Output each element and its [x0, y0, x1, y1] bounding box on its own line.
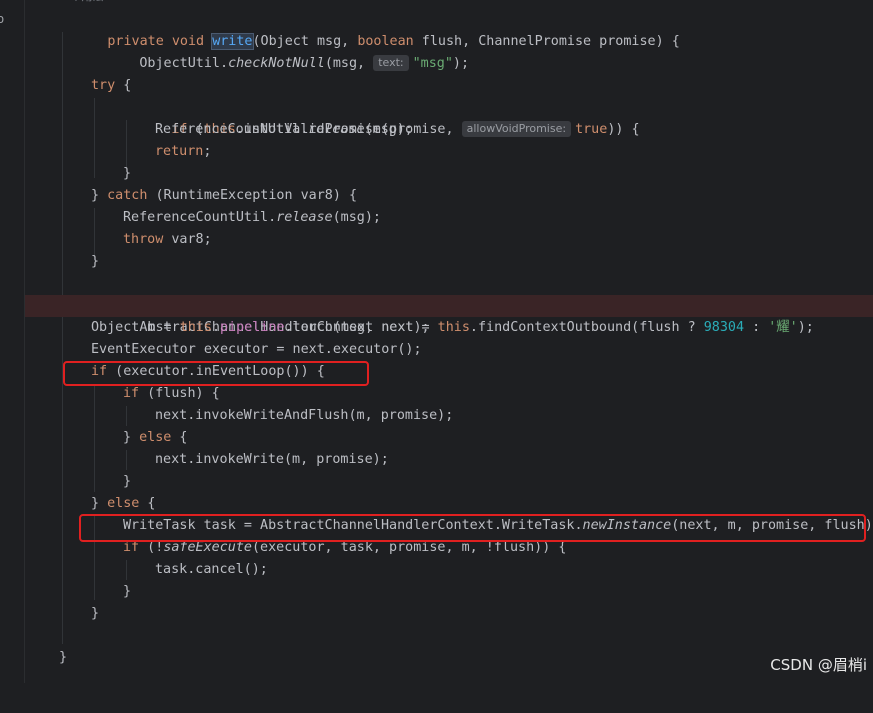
- code-line[interactable]: } else {: [25, 493, 873, 515]
- code-line[interactable]: if (this.isNotValidPromise(promise, allo…: [25, 97, 873, 137]
- code-line-method-decl[interactable]: private void write(Object msg, boolean f…: [25, 9, 873, 50]
- code-line[interactable]: try {: [25, 75, 873, 97]
- code-line[interactable]: } catch (RuntimeException var8) {: [25, 185, 873, 207]
- code-line[interactable]: task.cancel();: [25, 559, 873, 581]
- code-line-highlighted[interactable]: AbstractChannelHandlerContext next = thi…: [25, 295, 873, 335]
- highlight-box-if-in-event-loop: [63, 361, 369, 386]
- code-line[interactable]: next.invokeWrite(m, promise);: [25, 449, 873, 471]
- code-line[interactable]: }: [25, 471, 873, 493]
- code-line[interactable]: ObjectUtil.checkNotNull(msg, text: "msg")…: [25, 31, 873, 71]
- code-line[interactable]: Object m = this.pipeline.touch(msg, next…: [25, 317, 873, 339]
- code-line[interactable]: if (flush) {: [25, 383, 873, 405]
- field-pipeline: pipeline: [220, 320, 285, 335]
- code-line[interactable]: throw var8;: [25, 229, 873, 251]
- usages-hint[interactable]: 0 个用法: [60, 0, 104, 8]
- code-line[interactable]: }: [25, 581, 873, 603]
- code-line[interactable]: }: [25, 251, 873, 273]
- code-line[interactable]: EventExecutor executor = next.executor()…: [25, 339, 873, 361]
- code-editor[interactable]: 0 个用法 private void write(Object msg, boo…: [25, 0, 873, 683]
- code-line[interactable]: next.invokeWriteAndFlush(m, promise);: [25, 405, 873, 427]
- watermark: CSDN @眉梢i: [770, 656, 867, 674]
- code-line[interactable]: } else {: [25, 427, 873, 449]
- gutter-marker-icon: o: [0, 12, 5, 26]
- code-line[interactable]: ReferenceCountUtil.release(msg);: [25, 207, 873, 229]
- code-line[interactable]: }: [25, 163, 873, 185]
- string-literal: "msg": [412, 56, 453, 71]
- highlight-box-write-task: [79, 514, 866, 542]
- code-line[interactable]: return;: [25, 141, 873, 163]
- code-line[interactable]: }: [25, 647, 873, 669]
- editor-gutter: o: [0, 0, 24, 683]
- code-line[interactable]: }: [25, 603, 873, 625]
- parameter-hint: text:: [373, 55, 409, 71]
- code-line[interactable]: ReferenceCountUtil.release(msg);: [25, 119, 873, 141]
- code-line-usages: 0 个用法: [25, 0, 873, 8]
